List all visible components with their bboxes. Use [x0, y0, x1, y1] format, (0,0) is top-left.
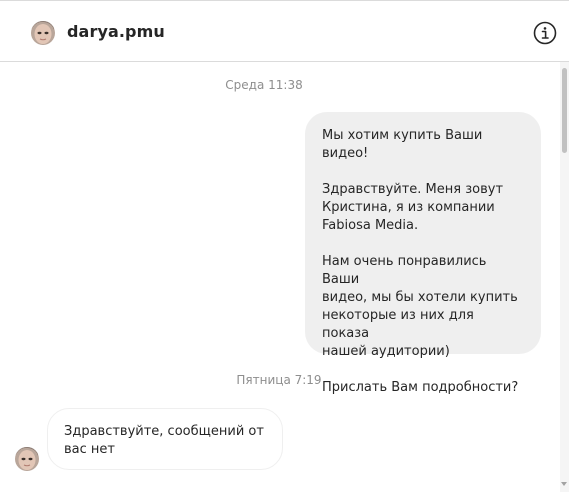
scrollbar[interactable]: [560, 62, 569, 492]
message-line: нашей аудитории): [322, 344, 450, 359]
conversation-header: darya.pmu: [0, 1, 569, 62]
info-icon[interactable]: [533, 21, 557, 45]
message-thread: Среда 11:38 Мы хотим купить Ваши видео! …: [0, 62, 560, 492]
sender-avatar[interactable]: [15, 447, 39, 471]
direct-message-window: darya.pmu Среда 11:38 Мы хотим купить Ва…: [0, 0, 569, 492]
message-line: Нам очень понравились Ваши: [322, 254, 487, 287]
user-avatar[interactable]: [31, 21, 55, 45]
message-line: Здравствуйте. Меня зовут: [322, 182, 504, 197]
outgoing-message-bubble[interactable]: Мы хотим купить Ваши видео! Здравствуйте…: [305, 112, 541, 395]
message-line: Здравствуйте, сообщений от: [64, 424, 264, 439]
message-timestamp: Среда 11:38: [225, 78, 303, 92]
message-line: Мы хотим купить Ваши видео!: [322, 128, 483, 161]
message-line: Кристина, я из компании: [322, 200, 495, 215]
message-line: видео, мы бы хотели купить: [322, 290, 518, 305]
message-timestamp: Пятница 7:19: [236, 373, 322, 387]
message-line: некоторые из них для показа: [322, 308, 474, 341]
incoming-message-bubble[interactable]: Здравствуйте, сообщений от вас нет: [47, 408, 283, 470]
scroll-down-arrow-icon[interactable]: [561, 482, 567, 486]
message-line: вас нет: [64, 442, 115, 457]
message-line-gap: [322, 163, 525, 181]
chat-username[interactable]: darya.pmu: [67, 22, 165, 41]
message-line-gap: [322, 235, 525, 253]
message-line: Fabiosa Media.: [322, 218, 419, 233]
scrollbar-thumb[interactable]: [562, 68, 567, 153]
